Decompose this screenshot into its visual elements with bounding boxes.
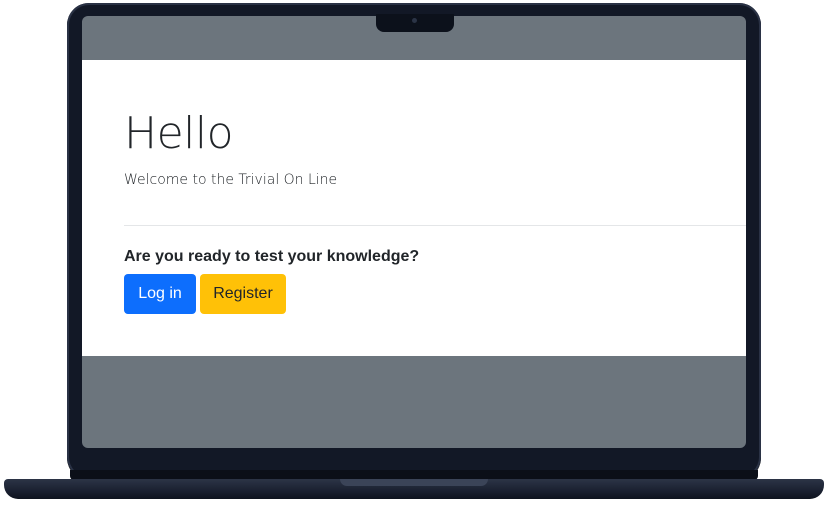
page-title: Hello — [124, 108, 234, 159]
laptop-screen: Hello Welcome to the Trivial On Line Are… — [82, 16, 746, 448]
laptop-base — [4, 479, 824, 499]
laptop-mockup: Hello Welcome to the Trivial On Line Are… — [0, 0, 828, 507]
welcome-text: Welcome to the Trivial On Line — [124, 172, 338, 188]
login-button[interactable]: Log in — [124, 274, 196, 314]
camera-notch — [376, 14, 454, 32]
jumbotron: Hello Welcome to the Trivial On Line Are… — [82, 60, 746, 356]
camera-icon — [412, 18, 417, 23]
register-button[interactable]: Register — [200, 274, 286, 314]
trackpad-notch — [340, 479, 488, 486]
divider — [124, 225, 746, 226]
call-to-action-text: Are you ready to test your knowledge? — [124, 248, 420, 265]
